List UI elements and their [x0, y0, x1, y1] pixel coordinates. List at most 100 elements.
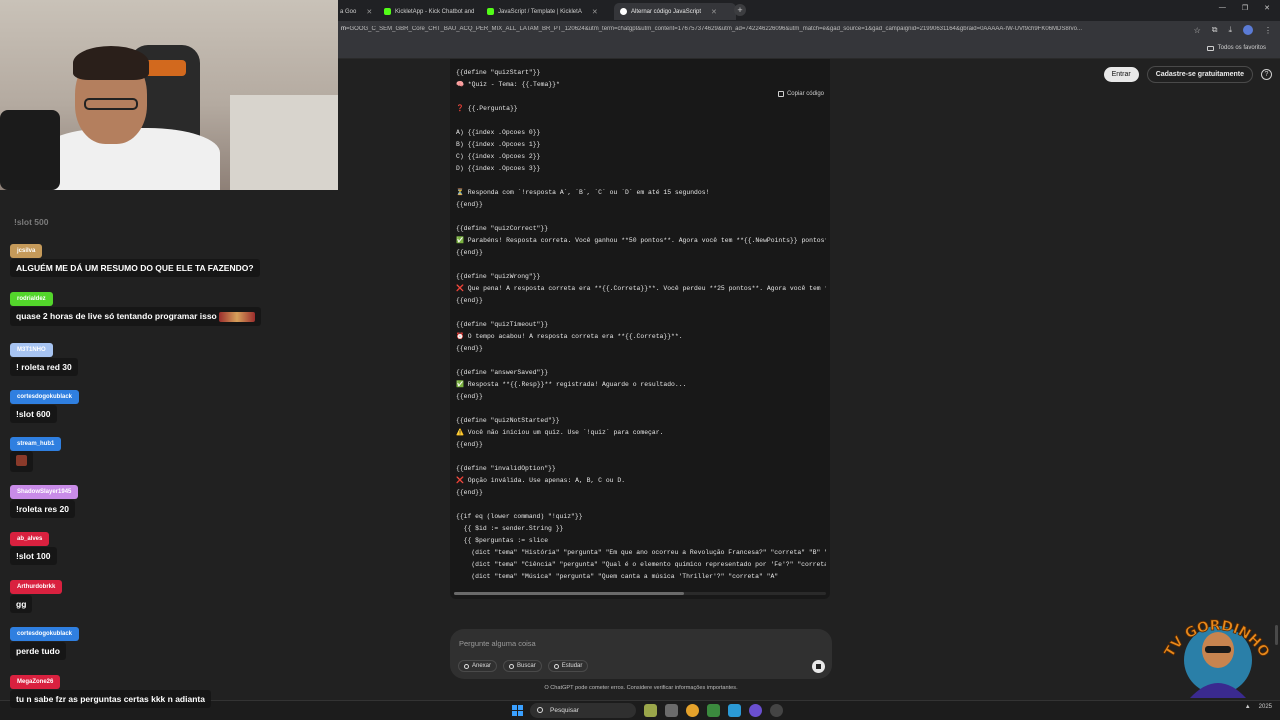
close-window-icon[interactable]: ✕	[1264, 4, 1270, 12]
app-icon[interactable]	[728, 704, 741, 717]
folder-icon	[1206, 45, 1214, 51]
emote-image	[16, 455, 27, 466]
scrollbar-thumb[interactable]	[454, 592, 684, 595]
chat-message: jcsilva ALGUÉM ME DÁ UM RESUMO DO QUE EL…	[10, 239, 260, 277]
code-line: {{ $perguntas := slice	[456, 537, 549, 544]
search-button[interactable]: Buscar	[503, 660, 542, 672]
window-controls: — ❐ ✕	[1219, 4, 1270, 12]
code-line: {{define "quizWrong"}}	[456, 273, 541, 280]
code-line: {{define "quizTimeout"}}	[456, 321, 549, 328]
task-view-icon[interactable]	[665, 704, 678, 717]
chat-username: ab_alves	[10, 532, 50, 546]
obs-icon[interactable]	[770, 704, 783, 717]
profile-avatar[interactable]	[1243, 25, 1253, 35]
taskbar-search[interactable]: Pesquisar	[530, 703, 636, 718]
windows-start-icon[interactable]	[512, 705, 523, 716]
chat-message: !slot 500	[10, 212, 53, 230]
tab-title: KickletApp - Kick Chatbot and	[395, 8, 475, 15]
disclaimer: O ChatGPT pode cometer erros. Considere …	[544, 685, 738, 691]
tool-label: Estudar	[561, 663, 583, 669]
tab-title: Alternar código JavaScript	[631, 8, 702, 15]
person-hair	[73, 46, 149, 80]
close-icon[interactable]: ✕	[711, 8, 717, 16]
chat-username: cortesdogokublack	[10, 627, 80, 641]
code-line: {{define "invalidOption"}}	[456, 465, 556, 472]
all-bookmarks[interactable]: Todos os favoritos	[1206, 45, 1266, 51]
code-line: A) {{index .Opcoes 0}}	[456, 129, 541, 136]
maximize-icon[interactable]: ❐	[1242, 4, 1248, 12]
chat-message: ShadowSlayer1945 !roleta res 20	[10, 480, 79, 518]
minimize-icon[interactable]: —	[1219, 4, 1226, 12]
chat-message: stream_hub1	[10, 432, 62, 472]
discord-icon[interactable]	[749, 704, 762, 717]
code-line: ❓ {{.Pergunta}}	[456, 105, 518, 112]
browser-tab-4[interactable]: Alternar código JavaScript ✕	[614, 3, 736, 20]
attach-button[interactable]: Anexar	[458, 660, 498, 672]
code-line: {{end}}	[456, 489, 483, 496]
browser-tab-1[interactable]: a Goo ✕	[334, 3, 374, 20]
chat-message: rodrialdez quase 2 horas de live só tent…	[10, 287, 262, 326]
close-icon[interactable]: ✕	[592, 8, 598, 16]
channel-logo: TV GORDINHO	[1161, 617, 1273, 698]
browser-tab-3[interactable]: JavaScript / Template | KickletA ✕	[481, 3, 603, 20]
chat-username: rodrialdez	[10, 292, 53, 306]
code-line: {{end}}	[456, 393, 483, 400]
chat-username: M3T1NHO	[10, 343, 53, 357]
code-line: (dict "tema" "História" "pergunta" "Em q…	[456, 549, 826, 556]
chat-text: !slot 500	[14, 217, 49, 227]
bookmarks-label: Todos os favoritos	[1217, 45, 1266, 51]
app-icon[interactable]	[707, 704, 720, 717]
code-line: {{define "answerSaved"}}	[456, 369, 549, 376]
code-line: {{define "quizStart"}}	[456, 69, 541, 76]
login-button[interactable]: Entrar	[1103, 67, 1139, 82]
code-line: ❌ Opção inválida. Use apenas: A, B, C ou…	[456, 477, 626, 484]
study-button[interactable]: Estudar	[547, 660, 589, 672]
signup-button[interactable]: Cadastre-se gratuitamente	[1146, 66, 1253, 83]
star-icon[interactable]: ☆	[1194, 26, 1201, 35]
close-icon[interactable]: ✕	[366, 8, 372, 16]
url-field[interactable]: m=GOOG_C_SEM_GBR_Core_CHT_BAU_ACQ_PER_MI…	[341, 26, 1159, 37]
download-icon[interactable]: ⤓	[1228, 25, 1232, 35]
widgets-icon[interactable]	[644, 704, 657, 717]
kicklet-icon	[384, 8, 391, 15]
code-block: Copiar código {{define "quizStart"}} 🧠 *Q…	[450, 59, 830, 599]
code-line: ✅ Resposta **{{.Resp}}** registrada! Agu…	[456, 381, 687, 388]
chat-message: cortesdogokublack perde tudo	[10, 622, 80, 660]
prompt-input[interactable]: Pergunte alguma coisa	[459, 639, 536, 648]
emote-image	[219, 311, 256, 322]
address-bar-icons: ☆ ⧉ ⤓ ⋮	[1194, 25, 1272, 35]
glasses	[84, 98, 138, 110]
code-line: {{end}}	[456, 201, 483, 208]
chat-text: ALGUÉM ME DÁ UM RESUMO DO QUE ELE TA FAZ…	[10, 259, 260, 277]
chrome-icon[interactable]	[686, 704, 699, 717]
new-tab-button[interactable]: +	[734, 4, 746, 16]
code-line: {{define "quizNotStarted"}}	[456, 417, 560, 424]
tab-title: a Goo	[340, 8, 357, 15]
code-line: D) {{index .Opcoes 3}}	[456, 165, 541, 172]
stop-button[interactable]	[812, 660, 825, 673]
chat-text: quase 2 horas de live só tentando progra…	[10, 307, 262, 326]
browser-tab-2[interactable]: KickletApp - Kick Chatbot and ✕	[378, 3, 478, 20]
chat-text-content: quase 2 horas de live só tentando progra…	[16, 311, 217, 321]
code-line: (dict "tema" "Música" "pergunta" "Quem c…	[456, 573, 779, 580]
search-label: Pesquisar	[550, 707, 579, 714]
extensions-icon[interactable]: ⧉	[1212, 25, 1218, 35]
code-line: ✅ Parabéns! Resposta correta. Você ganho…	[456, 237, 826, 244]
help-icon[interactable]: ?	[1261, 69, 1272, 80]
logo-glasses	[1205, 646, 1231, 653]
code-line: ⏰ O tempo acabou! A resposta correta era…	[456, 333, 683, 340]
chat-message: cortesdogokublack !slot 600	[10, 385, 80, 423]
menu-icon[interactable]: ⋮	[1264, 26, 1272, 35]
composer-tools: Anexar Buscar Estudar	[458, 660, 589, 672]
chat-message: MegaZone26 tu n sabe fzr as perguntas ce…	[10, 670, 211, 708]
code-line: {{end}}	[456, 249, 483, 256]
code-line: {{if eq (lower command) "!quiz"}}	[456, 513, 583, 520]
chat-username: ShadowSlayer1945	[10, 485, 79, 499]
header-actions: Entrar Cadastre-se gratuitamente ?	[1103, 66, 1272, 83]
horizontal-scrollbar[interactable]	[454, 592, 826, 595]
code-line: ❌ Que pena! A resposta correta era **{{.…	[456, 285, 826, 292]
